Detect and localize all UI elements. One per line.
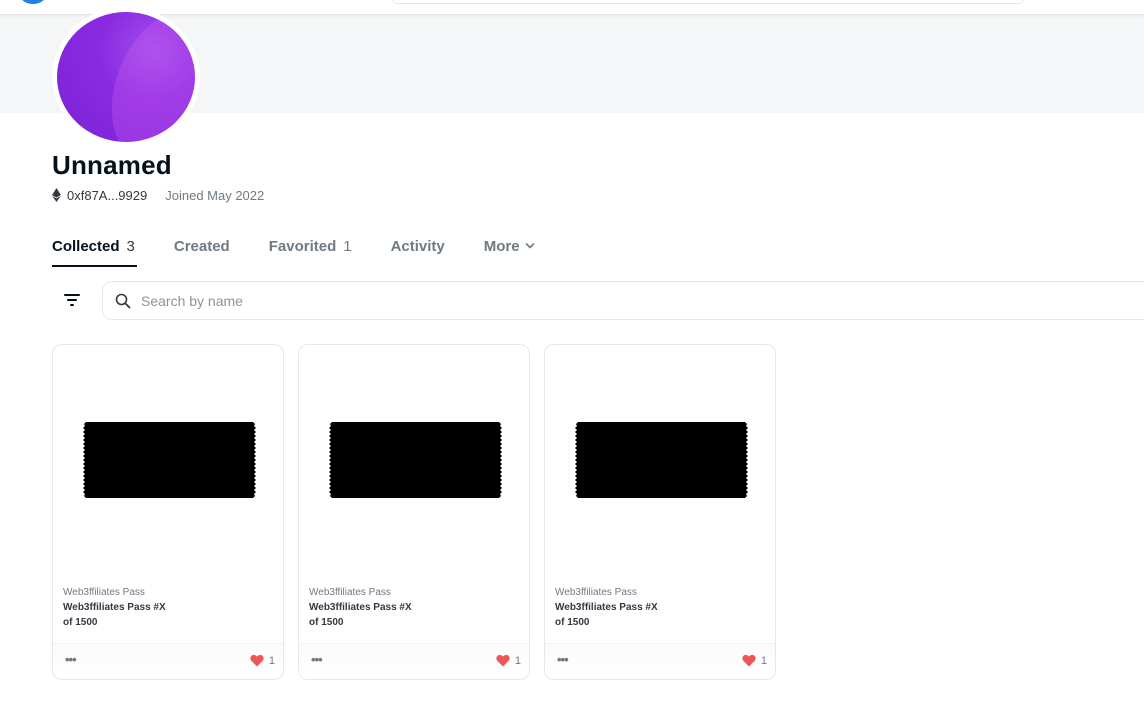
tab-activity[interactable]: Activity (391, 233, 445, 259)
filter-toggle-button[interactable] (59, 288, 85, 312)
favorite-button[interactable]: 1 (496, 654, 521, 667)
collection-name[interactable]: Web3ffiliates Pass (63, 587, 145, 598)
search-input[interactable] (141, 292, 1041, 309)
ticket-image (82, 422, 256, 498)
tab-count: 3 (126, 237, 135, 255)
heart-icon (742, 654, 756, 667)
nft-image (299, 345, 529, 575)
heart-icon (250, 654, 264, 667)
nft-card[interactable]: Web3ffiliates Pass Web3ffiliates Pass #X… (544, 344, 776, 680)
nft-image (545, 345, 775, 575)
more-options-button[interactable]: ••• (65, 653, 77, 666)
favorite-button[interactable]: 1 (742, 654, 767, 667)
site-logo[interactable] (18, 0, 48, 4)
wallet-address[interactable]: 0xf87A...9929 (67, 188, 147, 203)
like-count: 1 (268, 654, 275, 667)
ticket-image (574, 422, 748, 498)
nft-edition: of 1500 (309, 617, 344, 628)
card-footer: ••• 1 (299, 643, 529, 679)
collection-name[interactable]: Web3ffiliates Pass (309, 587, 391, 598)
tab-label: Created (173, 237, 230, 255)
nft-name: Web3ffiliates Pass #X (555, 602, 658, 613)
tab-favorited[interactable]: Favorited 1 (269, 233, 352, 259)
collection-name[interactable]: Web3ffiliates Pass (555, 587, 637, 598)
more-options-button[interactable]: ••• (557, 653, 569, 666)
like-count: 1 (514, 654, 521, 667)
tab-label: Favorited (268, 237, 337, 255)
nft-name: Web3ffiliates Pass #X (309, 602, 412, 613)
chevron-down-icon (525, 243, 534, 249)
global-search-bar[interactable] (392, 0, 1024, 4)
nft-card[interactable]: Web3ffiliates Pass Web3ffiliates Pass #X… (298, 344, 530, 680)
favorite-button[interactable]: 1 (250, 654, 275, 667)
search-by-name-field[interactable] (102, 281, 1144, 320)
nft-card[interactable]: Web3ffiliates Pass Web3ffiliates Pass #X… (52, 344, 284, 680)
heart-icon (496, 654, 510, 667)
filter-icon (64, 294, 80, 306)
ethereum-icon (52, 188, 61, 202)
tab-count: 1 (343, 237, 352, 255)
profile-avatar (52, 7, 200, 147)
more-options-button[interactable]: ••• (311, 653, 323, 666)
tab-label: Collected (52, 237, 120, 255)
tab-more[interactable]: More (484, 233, 535, 259)
profile-name: Unnamed (52, 150, 172, 180)
tab-created[interactable]: Created (174, 233, 230, 259)
ticket-image (328, 422, 502, 498)
avatar-swirl-decoration (86, 12, 195, 142)
card-footer: ••• 1 (53, 643, 283, 679)
tab-label: More (483, 237, 520, 255)
card-footer: ••• 1 (545, 643, 775, 679)
nft-image (53, 345, 283, 575)
like-count: 1 (760, 654, 767, 667)
nft-edition: of 1500 (555, 617, 590, 628)
nft-grid: Web3ffiliates Pass Web3ffiliates Pass #X… (52, 344, 790, 680)
profile-banner (0, 7, 1144, 147)
joined-date: Joined May 2022 (165, 187, 265, 203)
nft-edition: of 1500 (63, 617, 98, 628)
search-icon (115, 293, 131, 308)
tab-label: Activity (390, 237, 445, 255)
profile-meta: 0xf87A...9929 Joined May 2022 (52, 186, 264, 204)
profile-tabs: Collected 3 Created Favorited 1 Activity… (52, 233, 574, 267)
tab-collected[interactable]: Collected 3 (52, 233, 137, 267)
nft-name: Web3ffiliates Pass #X (63, 602, 166, 613)
